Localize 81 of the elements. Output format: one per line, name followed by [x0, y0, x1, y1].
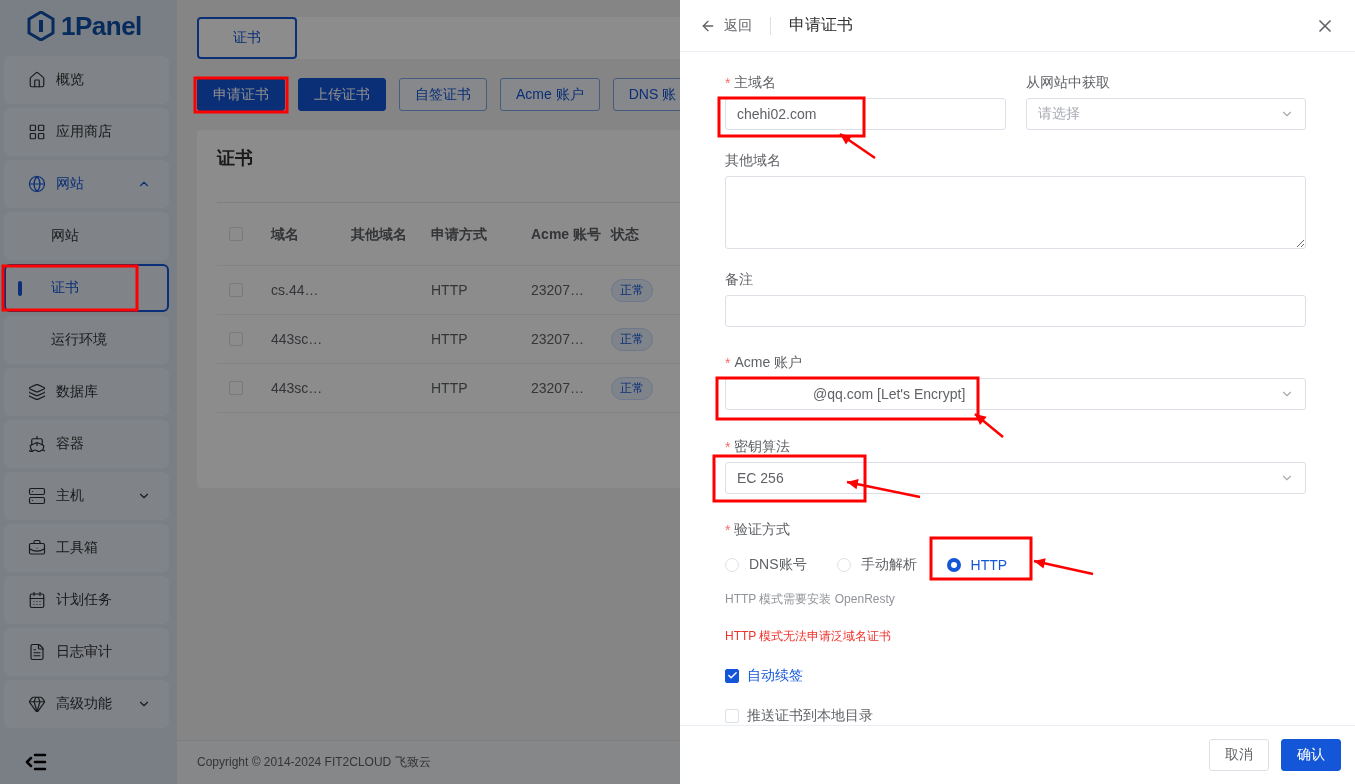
annotation-arrow	[1033, 558, 1094, 576]
document-icon	[28, 643, 46, 661]
gem-icon	[28, 695, 46, 713]
cancel-button[interactable]: 取消	[1209, 739, 1269, 771]
calendar-icon	[28, 591, 46, 609]
status-tag: 正常	[611, 327, 653, 351]
tab[interactable]: 证书	[197, 17, 297, 59]
radio-option[interactable]: DNS账号	[725, 549, 815, 581]
menu-item[interactable]: 工具箱	[4, 524, 169, 572]
toolbar-button[interactable]: 上传证书	[298, 78, 386, 111]
field-label: 其他域名	[725, 152, 781, 170]
logo-icon	[27, 11, 55, 41]
column-header: 其他域名	[351, 225, 408, 244]
field-label: 主域名	[734, 74, 777, 92]
server-icon	[28, 487, 46, 505]
required-mark: *	[725, 522, 731, 538]
back-link[interactable]: 返回	[700, 16, 752, 35]
table-cell-text: 23207…	[531, 380, 585, 396]
field-label: 密钥算法	[734, 437, 791, 456]
layers-icon	[28, 383, 46, 401]
domain-input[interactable]: chehi02.com	[725, 98, 1006, 130]
status-tag: 正常	[611, 376, 653, 400]
submenu-item[interactable]: 证书	[4, 264, 169, 312]
copyright-text: Copyright © 2014-2024 FIT2CLOUD 飞致云	[197, 754, 431, 771]
submenu-item[interactable]: 网站	[4, 212, 169, 260]
menu-item[interactable]: 应用商店	[4, 108, 169, 156]
annotation-arrow	[974, 413, 1004, 438]
table-cell-text: cs.44…	[271, 282, 320, 298]
table-cell-text: 443sc…	[271, 331, 324, 347]
warning-text: HTTP 模式无法申请泛域名证书	[725, 628, 893, 645]
menu-item[interactable]: 网站	[4, 160, 169, 208]
submenu-item[interactable]: 运行环境	[4, 316, 169, 364]
menu-item[interactable]: 计划任务	[4, 576, 169, 624]
active-indicator	[18, 281, 22, 296]
menu-item[interactable]: 日志审计	[4, 628, 169, 676]
checkbox-option[interactable]: 推送证书到本地目录	[725, 707, 1306, 725]
field-label: 验证方式	[734, 521, 791, 539]
annotation-arrow	[839, 132, 876, 160]
column-header: Acme 账号	[531, 225, 603, 244]
column-header: 状态	[611, 225, 640, 244]
grid-icon	[28, 123, 46, 141]
menu-item[interactable]: 概览	[4, 56, 169, 104]
menu-item[interactable]: 容器	[4, 420, 169, 468]
checkbox-option[interactable]: 自动续签	[725, 667, 1306, 685]
toolbar-button[interactable]: Acme 账户	[500, 78, 600, 111]
table-cell-text: 443sc…	[271, 380, 324, 396]
table-cell-text: HTTP	[431, 380, 469, 396]
card-title: 证书	[217, 147, 253, 170]
column-header: 申请方式	[431, 225, 488, 244]
radio-option[interactable]: HTTP	[946, 549, 1016, 581]
required-mark: *	[725, 355, 731, 372]
remark-input[interactable]	[725, 295, 1306, 327]
toolbar-button[interactable]: 申请证书	[197, 78, 285, 111]
home-icon	[28, 71, 46, 89]
field-label: 从网站中获取	[1025, 74, 1110, 92]
acme-account-select[interactable]: @qq.com [Let's Encrypt]	[725, 378, 1306, 411]
logo-text: 1Panel	[61, 10, 142, 42]
confirm-button[interactable]: 确认	[1281, 739, 1341, 771]
drawer-title: 申请证书	[789, 15, 854, 35]
menu-item[interactable]: 高级功能	[4, 680, 169, 728]
table-cell-text: 23207…	[531, 282, 585, 298]
globe-icon	[28, 175, 46, 193]
hint-text: HTTP 模式需要安装 OpenResty	[725, 591, 896, 608]
table-cell-text: HTTP	[431, 331, 469, 347]
field-label: Acme 账户	[734, 354, 803, 373]
table-cell-text: HTTP	[431, 282, 469, 298]
key-algorithm-select[interactable]: EC 256	[725, 461, 1306, 494]
status-tag: 正常	[611, 278, 653, 302]
table-cell-text: 23207…	[531, 331, 585, 347]
ship-icon	[28, 435, 46, 453]
required-mark: *	[725, 438, 731, 455]
column-header: 域名	[271, 225, 300, 244]
website-select[interactable]: 请选择	[1025, 98, 1306, 130]
menu-item[interactable]: 数据库	[4, 368, 169, 416]
field-label: 备注	[725, 271, 753, 289]
toolbox-icon	[28, 539, 46, 557]
radio-option[interactable]: 手动解析	[836, 549, 925, 581]
other-domains-input[interactable]	[725, 176, 1306, 249]
toolbar-button[interactable]: 自签证书	[399, 78, 487, 111]
required-mark: *	[725, 75, 731, 91]
menu-item[interactable]: 主机	[4, 472, 169, 520]
